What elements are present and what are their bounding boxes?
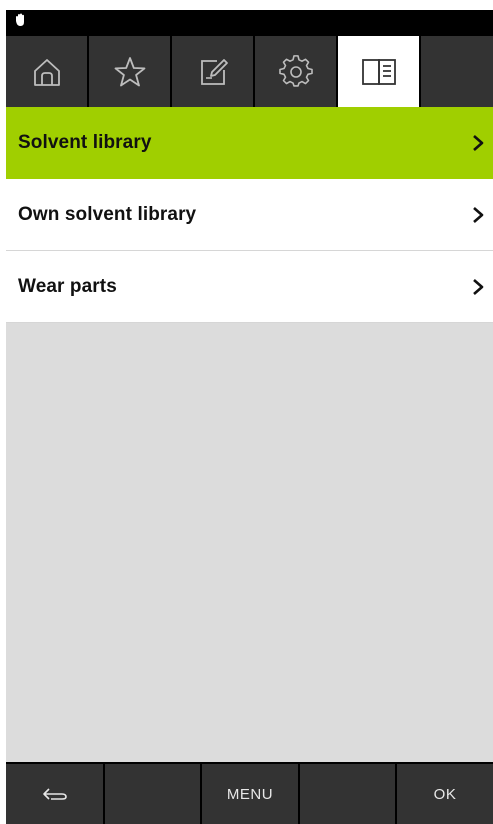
menu-item-wear-parts[interactable]: Wear parts <box>6 251 493 323</box>
menu-item-label: Own solvent library <box>18 203 197 225</box>
tab-edit[interactable] <box>172 36 253 107</box>
tab-library[interactable] <box>338 36 419 107</box>
back-arrow-icon <box>42 788 67 800</box>
menu-item-own-solvent-library[interactable]: Own solvent library <box>6 179 493 251</box>
star-icon <box>114 56 145 86</box>
device-screen: Solvent library Own solvent library Wear… <box>6 10 493 824</box>
back-button[interactable] <box>6 764 103 824</box>
bottom-empty-button-2 <box>300 764 395 824</box>
menu-item-label: Wear parts <box>18 275 117 297</box>
tab-bar <box>6 34 493 107</box>
home-icon <box>33 58 60 86</box>
menu-list: Solvent library Own solvent library Wear… <box>6 107 493 323</box>
hand-icon <box>14 13 26 27</box>
chevron-right-icon <box>471 133 485 153</box>
menu-button-label: MENU <box>226 785 274 803</box>
status-bar <box>6 10 493 34</box>
ok-button-label: OK <box>433 785 457 803</box>
menu-button[interactable]: MENU <box>202 764 298 824</box>
bottom-empty-button-1 <box>105 764 200 824</box>
gear-icon <box>278 54 313 87</box>
tab-settings[interactable] <box>255 36 336 107</box>
edit-icon <box>200 58 228 85</box>
menu-item-label: Solvent library <box>18 131 152 153</box>
tab-home[interactable] <box>6 36 87 107</box>
tab-empty <box>421 36 493 107</box>
chevron-right-icon <box>471 277 485 297</box>
tab-favorites[interactable] <box>89 36 170 107</box>
chevron-right-icon <box>471 205 485 225</box>
book-icon <box>361 58 396 85</box>
ok-button[interactable]: OK <box>397 764 493 824</box>
menu-item-solvent-library[interactable]: Solvent library <box>6 107 493 179</box>
bottom-bar: MENU OK <box>6 762 493 824</box>
